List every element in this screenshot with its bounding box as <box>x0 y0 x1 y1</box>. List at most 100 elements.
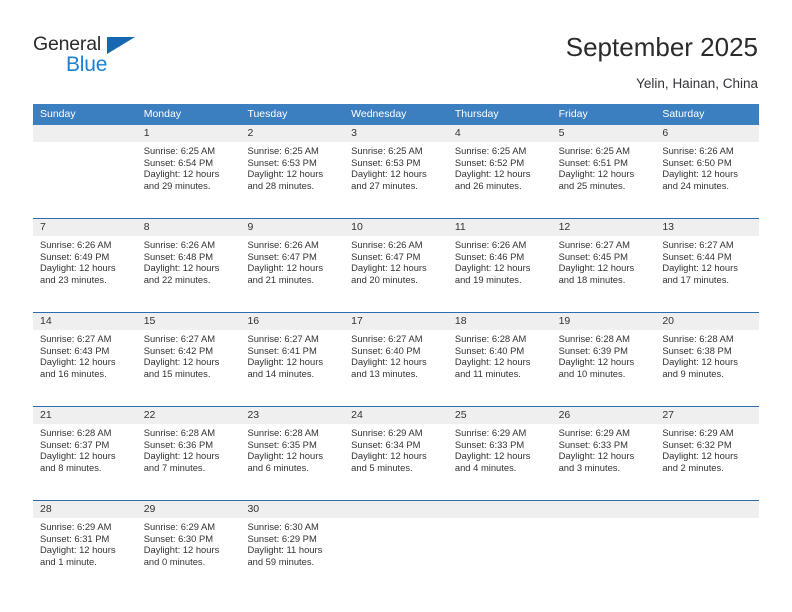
day-cell[interactable]: Sunrise: 6:28 AM Sunset: 6:39 PM Daylight:… <box>552 330 656 402</box>
day-cell[interactable]: Sunrise: 6:25 AM Sunset: 6:51 PM Daylight:… <box>552 142 656 214</box>
weekday-header-monday: Monday <box>143 108 182 120</box>
day-number[interactable]: 8 <box>137 219 241 236</box>
day-detail-line: Daylight: 12 hours <box>662 356 738 368</box>
day-number[interactable]: 6 <box>655 125 759 142</box>
day-cell[interactable]: Sunrise: 6:29 AM Sunset: 6:32 PM Daylight:… <box>655 424 759 496</box>
day-detail-line: Sunrise: 6:29 AM <box>558 427 630 438</box>
day-number[interactable]: 30 <box>240 501 344 518</box>
day-detail-line: Sunrise: 6:25 AM <box>143 145 216 156</box>
day-number[interactable]: 24 <box>344 407 448 424</box>
general-blue-logo[interactable]: General Blue <box>33 33 153 79</box>
day-number[interactable]: 9 <box>240 219 344 236</box>
day-detail-line: Sunrise: 6:29 AM <box>454 427 527 438</box>
day-cell[interactable]: Sunrise: 6:26 AM Sunset: 6:47 PM Daylight:… <box>344 236 448 308</box>
day-cell[interactable]: Sunrise: 6:28 AM Sunset: 6:38 PM Daylight:… <box>655 330 759 402</box>
day-detail-line: Sunset: 6:38 PM <box>662 344 732 356</box>
day-cell[interactable]: Sunrise: 6:27 AM Sunset: 6:43 PM Daylight:… <box>33 330 137 402</box>
day-detail-line: Sunrise: 6:29 AM <box>351 427 423 438</box>
day-cell[interactable]: Sunrise: 6:25 AM Sunset: 6:53 PM Daylight:… <box>344 142 448 214</box>
day-cell[interactable]: Sunrise: 6:26 AM Sunset: 6:48 PM Daylight:… <box>137 236 241 308</box>
day-detail-line: Sunrise: 6:26 AM <box>40 239 112 250</box>
day-number[interactable]: 23 <box>240 407 344 424</box>
day-number[interactable]: 10 <box>344 219 448 236</box>
day-detail-line: Sunset: 6:44 PM <box>662 250 732 262</box>
day-number[interactable]: 25 <box>448 407 552 424</box>
day-cell[interactable]: Sunrise: 6:29 AM Sunset: 6:33 PM Daylight:… <box>448 424 552 496</box>
day-number[interactable]: 3 <box>344 125 448 142</box>
day-detail-line: Sunset: 6:53 PM <box>247 156 317 168</box>
day-detail-line: Daylight: 12 hours <box>662 450 738 462</box>
day-cell[interactable]: Sunrise: 6:26 AM Sunset: 6:50 PM Daylight:… <box>655 142 759 214</box>
day-number[interactable]: 4 <box>448 125 552 142</box>
day-detail-line: and 17 minutes. <box>662 273 730 285</box>
day-number[interactable]: 12 <box>552 219 656 236</box>
day-number[interactable]: 21 <box>33 407 137 424</box>
day-number-band: 7 8 9 10 11 12 13 <box>33 219 759 236</box>
day-cell[interactable]: Sunrise: 6:26 AM Sunset: 6:49 PM Daylight:… <box>33 236 137 308</box>
day-detail-line: Sunrise: 6:29 AM <box>143 521 216 532</box>
day-detail-line: Daylight: 12 hours <box>247 168 324 180</box>
day-number[interactable]: 14 <box>33 313 137 330</box>
day-number[interactable]: 18 <box>448 313 552 330</box>
day-cell[interactable]: Sunrise: 6:25 AM Sunset: 6:54 PM Daylight:… <box>137 142 241 214</box>
day-detail-line: Daylight: 12 hours <box>143 168 220 180</box>
day-number[interactable]: 13 <box>655 219 759 236</box>
day-detail-line: Sunset: 6:47 PM <box>247 250 317 262</box>
day-number[interactable]: 20 <box>655 313 759 330</box>
day-detail-line: Daylight: 12 hours <box>40 262 116 274</box>
day-detail-line: Sunset: 6:54 PM <box>143 156 214 168</box>
day-number[interactable]: 29 <box>137 501 241 518</box>
day-detail-line: and 27 minutes. <box>351 179 418 191</box>
day-detail-band: Sunrise: 6:29 AM Sunset: 6:31 PM Daylight:… <box>33 518 759 590</box>
day-number[interactable]: 17 <box>344 313 448 330</box>
day-detail-line: Sunset: 6:43 PM <box>40 344 110 356</box>
day-cell[interactable]: Sunrise: 6:27 AM Sunset: 6:40 PM Daylight:… <box>344 330 448 402</box>
day-number[interactable]: 7 <box>33 219 137 236</box>
day-detail-line: Sunset: 6:39 PM <box>558 344 628 356</box>
day-number[interactable]: 26 <box>552 407 656 424</box>
day-cell[interactable]: Sunrise: 6:25 AM Sunset: 6:52 PM Daylight:… <box>448 142 552 214</box>
day-number[interactable]: 22 <box>137 407 241 424</box>
logo-triangle-icon <box>107 37 135 54</box>
day-cell[interactable]: Sunrise: 6:25 AM Sunset: 6:53 PM Daylight:… <box>240 142 344 214</box>
day-detail-line: Sunset: 6:42 PM <box>143 344 214 356</box>
day-detail-line: Sunrise: 6:26 AM <box>662 145 734 156</box>
day-cell[interactable]: Sunrise: 6:26 AM Sunset: 6:47 PM Daylight:… <box>240 236 344 308</box>
day-cell[interactable]: Sunrise: 6:27 AM Sunset: 6:45 PM Daylight:… <box>552 236 656 308</box>
day-detail-line: Sunrise: 6:28 AM <box>558 333 630 344</box>
day-detail-line: and 20 minutes. <box>351 273 418 285</box>
day-detail-line: Sunrise: 6:26 AM <box>143 239 216 250</box>
day-cell[interactable]: Sunrise: 6:28 AM Sunset: 6:35 PM Daylight:… <box>240 424 344 496</box>
weekday-header-row: Sunday Monday Tuesday Wednesday Thursday Frid… <box>33 104 759 125</box>
day-number[interactable]: 19 <box>552 313 656 330</box>
day-number[interactable]: 5 <box>552 125 656 142</box>
day-cell[interactable]: Sunrise: 6:29 AM Sunset: 6:31 PM Daylight:… <box>33 518 137 590</box>
day-cell[interactable]: Sunrise: 6:28 AM Sunset: 6:36 PM Daylight:… <box>137 424 241 496</box>
day-detail-line: and 19 minutes. <box>454 273 522 285</box>
day-number[interactable]: 16 <box>240 313 344 330</box>
day-cell[interactable]: Sunrise: 6:27 AM Sunset: 6:41 PM Daylight:… <box>240 330 344 402</box>
day-cell[interactable]: Sunrise: 6:28 AM Sunset: 6:40 PM Daylight:… <box>448 330 552 402</box>
day-cell[interactable]: Sunrise: 6:29 AM Sunset: 6:30 PM Daylight:… <box>137 518 241 590</box>
day-cell-empty <box>344 518 448 590</box>
day-number[interactable]: 1 <box>137 125 241 142</box>
day-cell[interactable]: Sunrise: 6:29 AM Sunset: 6:33 PM Daylight:… <box>552 424 656 496</box>
day-number[interactable]: 2 <box>240 125 344 142</box>
day-number-empty <box>655 501 759 518</box>
day-number-band: 21 22 23 24 25 26 27 <box>33 407 759 424</box>
day-cell[interactable]: Sunrise: 6:26 AM Sunset: 6:46 PM Daylight:… <box>448 236 552 308</box>
day-number[interactable]: 27 <box>655 407 759 424</box>
day-detail-line: Daylight: 12 hours <box>454 168 531 180</box>
day-detail-line: and 6 minutes. <box>247 461 309 473</box>
day-number[interactable]: 11 <box>448 219 552 236</box>
day-cell[interactable]: Sunrise: 6:30 AM Sunset: 6:29 PM Daylight:… <box>240 518 344 590</box>
day-number[interactable]: 15 <box>137 313 241 330</box>
day-detail-line: and 14 minutes. <box>247 367 315 379</box>
day-cell[interactable]: Sunrise: 6:27 AM Sunset: 6:42 PM Daylight:… <box>137 330 241 402</box>
day-detail-line: Sunrise: 6:29 AM <box>662 427 734 438</box>
day-number[interactable]: 28 <box>33 501 137 518</box>
day-cell[interactable]: Sunrise: 6:27 AM Sunset: 6:44 PM Daylight:… <box>655 236 759 308</box>
day-cell[interactable]: Sunrise: 6:29 AM Sunset: 6:34 PM Daylight:… <box>344 424 448 496</box>
day-cell[interactable]: Sunrise: 6:28 AM Sunset: 6:37 PM Daylight:… <box>33 424 137 496</box>
week-spacer <box>33 590 759 594</box>
